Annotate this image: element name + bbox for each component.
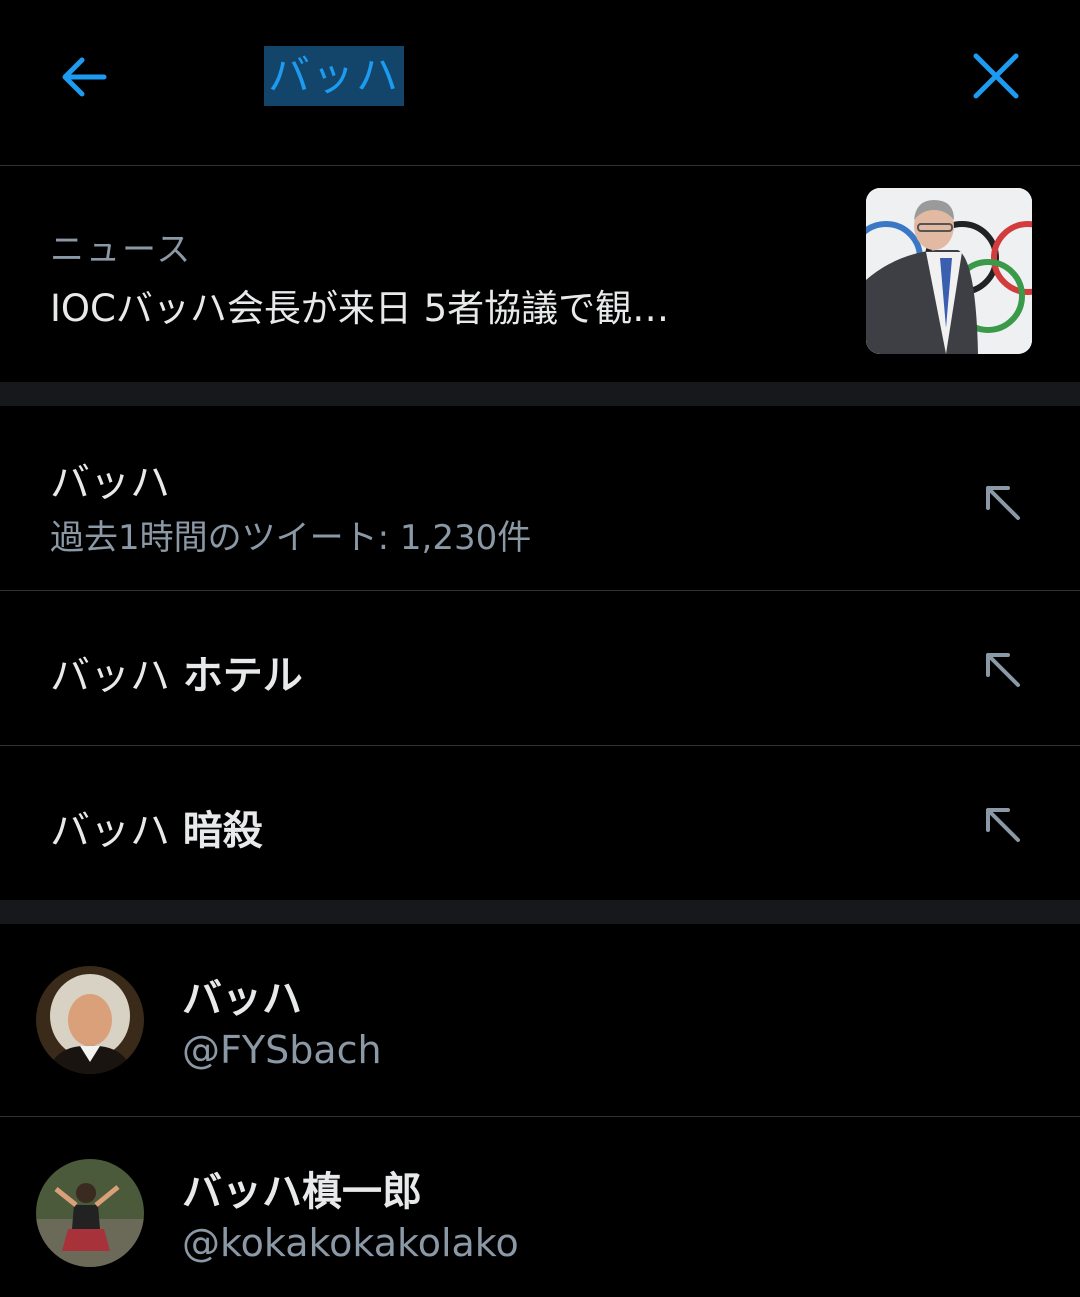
- user-result[interactable]: バッハ @FYSbach: [0, 924, 1080, 1117]
- close-icon: [973, 53, 1019, 99]
- user-result[interactable]: バッハ槙一郎 @kokakokakolako: [0, 1117, 1080, 1297]
- suggestion-tweet-count: 過去1時間のツイート: 1,230件: [50, 518, 532, 558]
- avatar-image: [36, 1159, 144, 1267]
- user-display-name: バッハ: [182, 976, 302, 1022]
- avatar-image: [36, 966, 144, 1074]
- news-title: IOCバッハ会長が来日 5者協議で観…: [50, 287, 670, 330]
- user-handle: @FYSbach: [182, 1028, 382, 1072]
- search-suggestion[interactable]: バッハ 過去1時間のツイート: 1,230件: [0, 406, 1080, 591]
- search-input[interactable]: バッハ: [264, 46, 405, 106]
- search-header: バッハ: [0, 0, 1080, 166]
- section-divider: [0, 382, 1080, 406]
- suggestion-text: バッハ: [50, 460, 170, 506]
- back-button[interactable]: [54, 46, 116, 108]
- news-thumbnail: [866, 188, 1032, 354]
- user-display-name: バッハ槙一郎: [182, 1169, 422, 1215]
- news-result[interactable]: ニュース IOCバッハ会長が来日 5者協議で観…: [0, 166, 1080, 382]
- user-handle: @kokakokakolako: [182, 1221, 519, 1265]
- clear-search-button[interactable]: [964, 46, 1026, 108]
- search-suggestion[interactable]: バッハ 暗殺: [0, 746, 1080, 901]
- news-category-label: ニュース: [50, 230, 193, 270]
- arrow-up-left-icon[interactable]: [982, 482, 1022, 522]
- arrow-up-left-icon[interactable]: [982, 649, 1022, 689]
- news-photo-image: [866, 188, 1032, 354]
- section-divider: [0, 900, 1080, 924]
- suggestion-text: バッハ 暗殺: [50, 808, 263, 854]
- arrow-up-left-icon[interactable]: [982, 804, 1022, 844]
- search-suggestion[interactable]: バッハ ホテル: [0, 591, 1080, 746]
- avatar: [36, 966, 144, 1074]
- avatar: [36, 1159, 144, 1267]
- arrow-left-icon: [62, 57, 107, 97]
- suggestion-text: バッハ ホテル: [50, 653, 303, 699]
